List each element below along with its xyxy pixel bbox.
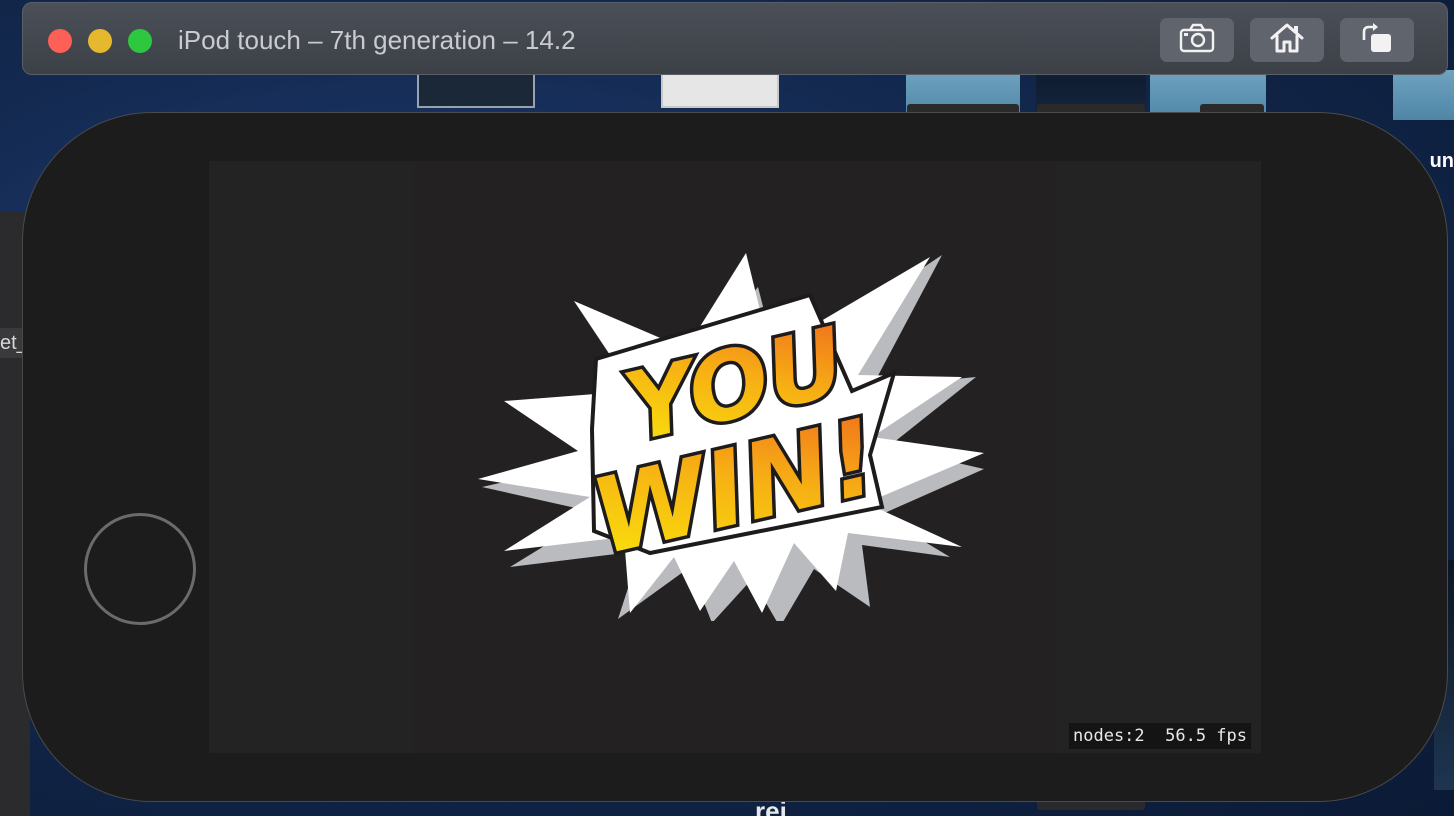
desktop-thumbnail (661, 70, 779, 108)
desktop-tile (1393, 70, 1454, 120)
you-win-banner: YOU WIN! (474, 241, 994, 627)
device-screen[interactable]: YOU WIN! nodes:2 56.5 fps (209, 161, 1261, 753)
background-window-text: un (1429, 150, 1454, 172)
screenshot-button[interactable] (1160, 18, 1234, 62)
camera-icon (1179, 23, 1215, 58)
house-icon (1269, 22, 1305, 59)
minimize-window-button[interactable] (88, 29, 112, 53)
home-button[interactable] (1250, 18, 1324, 62)
desktop-thumbnail (417, 70, 535, 108)
zoom-window-button[interactable] (128, 29, 152, 53)
window-title: iPod touch – 7th generation – 14.2 (178, 25, 576, 55)
close-window-button[interactable] (48, 29, 72, 53)
simulator-title-bar[interactable]: iPod touch – 7th generation – 14.2 (22, 2, 1448, 75)
sprite-kit-stats-label: nodes:2 56.5 fps (1069, 723, 1251, 749)
game-scene[interactable]: YOU WIN! (414, 161, 1056, 753)
rotate-icon (1359, 22, 1395, 59)
device-home-button[interactable] (84, 513, 196, 625)
rotate-button[interactable] (1340, 18, 1414, 62)
